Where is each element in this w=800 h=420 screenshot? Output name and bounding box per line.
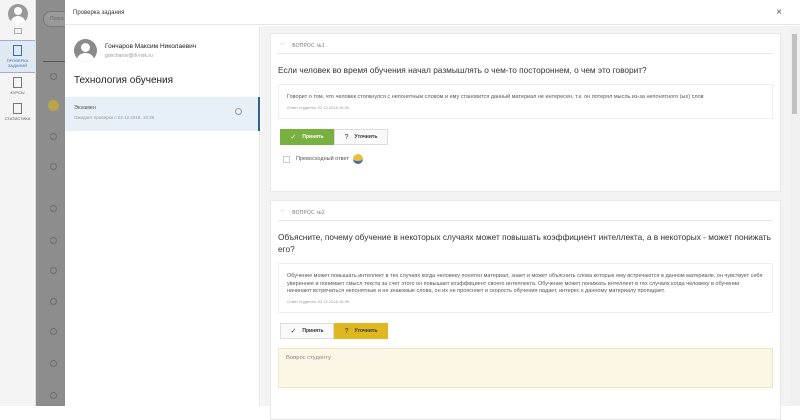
task-status: Ожидает проверки с 02.12.2018, 16:39 — [74, 115, 155, 120]
chevron-down-icon[interactable]: ﹀ — [280, 210, 285, 216]
student-name: Гончаров Максим Николаевич — [105, 43, 197, 50]
accept-button[interactable]: ✓ Принять — [280, 129, 334, 146]
scrollbar[interactable] — [790, 26, 800, 406]
question-header: ВОПРОС №2 — [292, 210, 325, 216]
status-icon — [50, 267, 57, 274]
status-icon — [50, 133, 57, 140]
user-avatar[interactable] — [7, 4, 28, 24]
modal-title: Проверка задания — [65, 0, 800, 25]
student-avatar — [74, 39, 97, 62]
question-text: Если человек во время обучения начал раз… — [278, 65, 647, 75]
checkbox[interactable] — [283, 155, 290, 163]
answer-meta: Ответ студента, 02.12.2018 16:39 — [287, 104, 349, 110]
question-header: ВОПРОС №1 — [292, 43, 325, 49]
check-icon: ✓ — [290, 328, 297, 336]
nav-item-stats[interactable]: Статистика — [0, 99, 35, 125]
nav-item-review[interactable]: Проверка заданий — [0, 40, 35, 73]
close-icon[interactable]: × — [776, 7, 782, 18]
book-icon — [13, 77, 22, 88]
scrollbar-thumb[interactable] — [792, 34, 797, 114]
question-card: ﹀ ВОПРОС №1 Если человек во время обучени… — [270, 33, 781, 192]
status-icon — [50, 205, 57, 212]
check-icon: ✓ — [290, 134, 297, 142]
task-item[interactable]: Экзамен Ожидает проверки с 02.12.2018, 1… — [65, 97, 260, 131]
divider — [43, 61, 65, 62]
status-icon — [50, 73, 57, 80]
status-icon — [48, 100, 59, 111]
answer-text: Говорит о том, что человек столкнулся с … — [287, 94, 704, 100]
question-icon: ? — [344, 327, 349, 335]
student-answer: Обучение может повышать интеллект в тех … — [278, 263, 773, 314]
accept-button[interactable]: ✓ Принять — [280, 323, 334, 340]
chevron-down-icon[interactable]: ﹀ — [280, 43, 285, 49]
clarify-button[interactable]: ? Уточнить — [334, 129, 388, 146]
status-icon — [50, 392, 57, 399]
status-icon — [50, 360, 57, 367]
status-icon — [50, 298, 57, 305]
status-icon — [50, 163, 57, 170]
task-name: Экзамен — [74, 105, 96, 111]
clock-icon — [235, 108, 242, 115]
status-icon — [50, 328, 57, 335]
question-icon: ? — [344, 133, 349, 141]
student-email: goncharov@rk-nsk.ru — [105, 53, 153, 59]
monitor-icon[interactable] — [13, 28, 22, 34]
review-modal: Проверка задания × Гончаров Максим Никол… — [65, 0, 800, 420]
nav-item-courses[interactable]: Курсы — [0, 73, 35, 99]
answer-meta: Ответ студента, 02.12.2018 16:39 — [287, 298, 349, 304]
student-panel: Гончаров Максим Николаевич goncharov@rk-… — [65, 26, 260, 406]
course-title: Технология обучения — [74, 75, 174, 86]
question-text: Объясните, почему обучение в некоторых с… — [278, 232, 771, 254]
question-card: ﹀ ВОПРОС №2 Объясните, почему обучение в … — [270, 200, 781, 420]
left-nav: Проверка заданий Курсы Статистика — [0, 0, 36, 406]
student-question-input[interactable]: Вопрос студенту — [278, 348, 773, 389]
medal-icon — [352, 154, 363, 165]
answer-text: Обучение может повышать интеллект в тех … — [287, 273, 763, 295]
student-answer: Говорит о том, что человек столкнулся с … — [278, 84, 773, 120]
tasks-icon — [13, 45, 22, 56]
questions-panel: ﹀ ВОПРОС №1 Если человек во время обучени… — [261, 26, 790, 420]
excellent-answer-checkbox[interactable]: Превосходный ответ — [283, 154, 780, 165]
clarify-button[interactable]: ? Уточнить — [334, 323, 388, 340]
status-icon — [50, 237, 57, 244]
chart-icon — [13, 103, 22, 114]
